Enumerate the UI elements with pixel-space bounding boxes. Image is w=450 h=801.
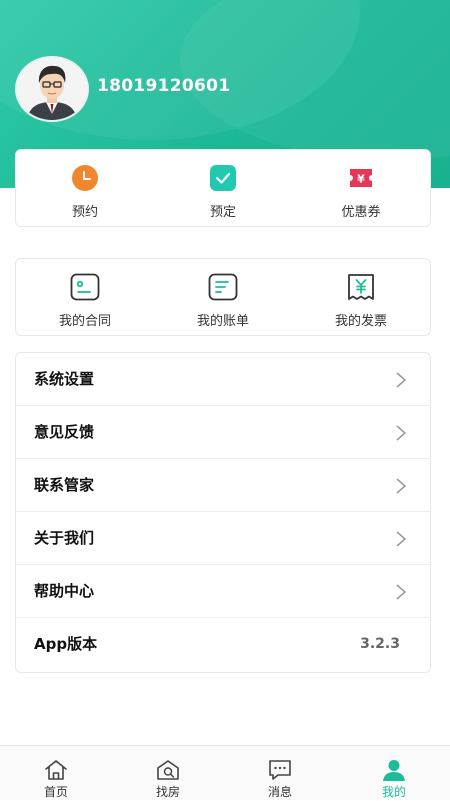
menu-item-label: 联系管家 xyxy=(34,476,95,494)
quick-action-label: 优惠券 xyxy=(341,205,381,220)
user-phone: 18019120601 xyxy=(97,76,231,96)
chevron-right-icon xyxy=(396,478,407,494)
tab-find-house[interactable]: 找房 xyxy=(112,746,224,801)
bill-icon xyxy=(208,273,238,301)
quick-action-booking[interactable]: 预定 xyxy=(154,150,292,226)
coupon-icon: ¥ xyxy=(350,169,372,187)
clock-icon xyxy=(72,165,98,191)
check-icon xyxy=(210,165,236,191)
tab-label: 我的 xyxy=(381,785,406,799)
tab-label: 消息 xyxy=(267,785,292,799)
user-icon xyxy=(383,760,405,781)
menu-item-help-center[interactable]: 帮助中心 xyxy=(16,565,430,618)
message-icon xyxy=(269,760,291,780)
menu-item-label: 意见反馈 xyxy=(34,423,95,441)
chevron-right-icon xyxy=(396,531,407,547)
service-label: 我的发票 xyxy=(334,314,387,329)
menu-item-label: App版本 xyxy=(34,635,98,653)
tab-label: 首页 xyxy=(43,785,68,799)
service-invoice[interactable]: 我的发票 xyxy=(292,259,430,335)
tab-home[interactable]: 首页 xyxy=(0,746,112,801)
tab-mine[interactable]: 我的 xyxy=(338,746,450,801)
home-icon xyxy=(45,760,67,780)
app-version-value: 3.2.3 xyxy=(360,636,400,652)
tab-messages[interactable]: 消息 xyxy=(224,746,336,801)
chevron-right-icon xyxy=(396,372,407,388)
invoice-icon xyxy=(348,274,374,300)
svg-text:¥: ¥ xyxy=(357,173,365,186)
bottom-tab-bar: 首页 找房 消息 我的 xyxy=(0,745,450,800)
chevron-right-icon xyxy=(396,425,407,441)
menu-item-system-settings[interactable]: 系统设置 xyxy=(16,353,430,406)
house-search-icon xyxy=(157,760,179,780)
quick-action-label: 预定 xyxy=(209,205,236,220)
quick-action-reserve[interactable]: 预约 xyxy=(16,150,154,226)
quick-action-coupon[interactable]: ¥ 优惠券 xyxy=(292,150,430,226)
settings-menu: 系统设置 意见反馈 联系管家 关于我们 帮助中心 App版本 3.2.3 xyxy=(15,352,431,673)
service-label: 我的账单 xyxy=(196,314,249,329)
menu-item-label: 关于我们 xyxy=(34,529,95,547)
service-contract[interactable]: 我的合同 xyxy=(16,259,154,335)
services-card: 我的合同 我的账单 我的发票 xyxy=(15,258,431,336)
service-label: 我的合同 xyxy=(58,314,111,329)
menu-item-label: 帮助中心 xyxy=(34,582,95,600)
service-bill[interactable]: 我的账单 xyxy=(154,259,292,335)
quick-actions-card: 预约 预定 ¥ 优惠券 xyxy=(15,149,431,227)
menu-item-app-version: App版本 3.2.3 xyxy=(16,618,430,671)
avatar[interactable] xyxy=(15,56,89,122)
menu-item-contact-butler[interactable]: 联系管家 xyxy=(16,459,430,512)
menu-item-feedback[interactable]: 意见反馈 xyxy=(16,406,430,459)
chevron-right-icon xyxy=(396,584,407,600)
tab-label: 找房 xyxy=(155,785,180,799)
menu-item-label: 系统设置 xyxy=(34,370,95,388)
menu-item-about-us[interactable]: 关于我们 xyxy=(16,512,430,565)
contract-icon xyxy=(70,273,100,301)
quick-action-label: 预约 xyxy=(71,205,98,220)
